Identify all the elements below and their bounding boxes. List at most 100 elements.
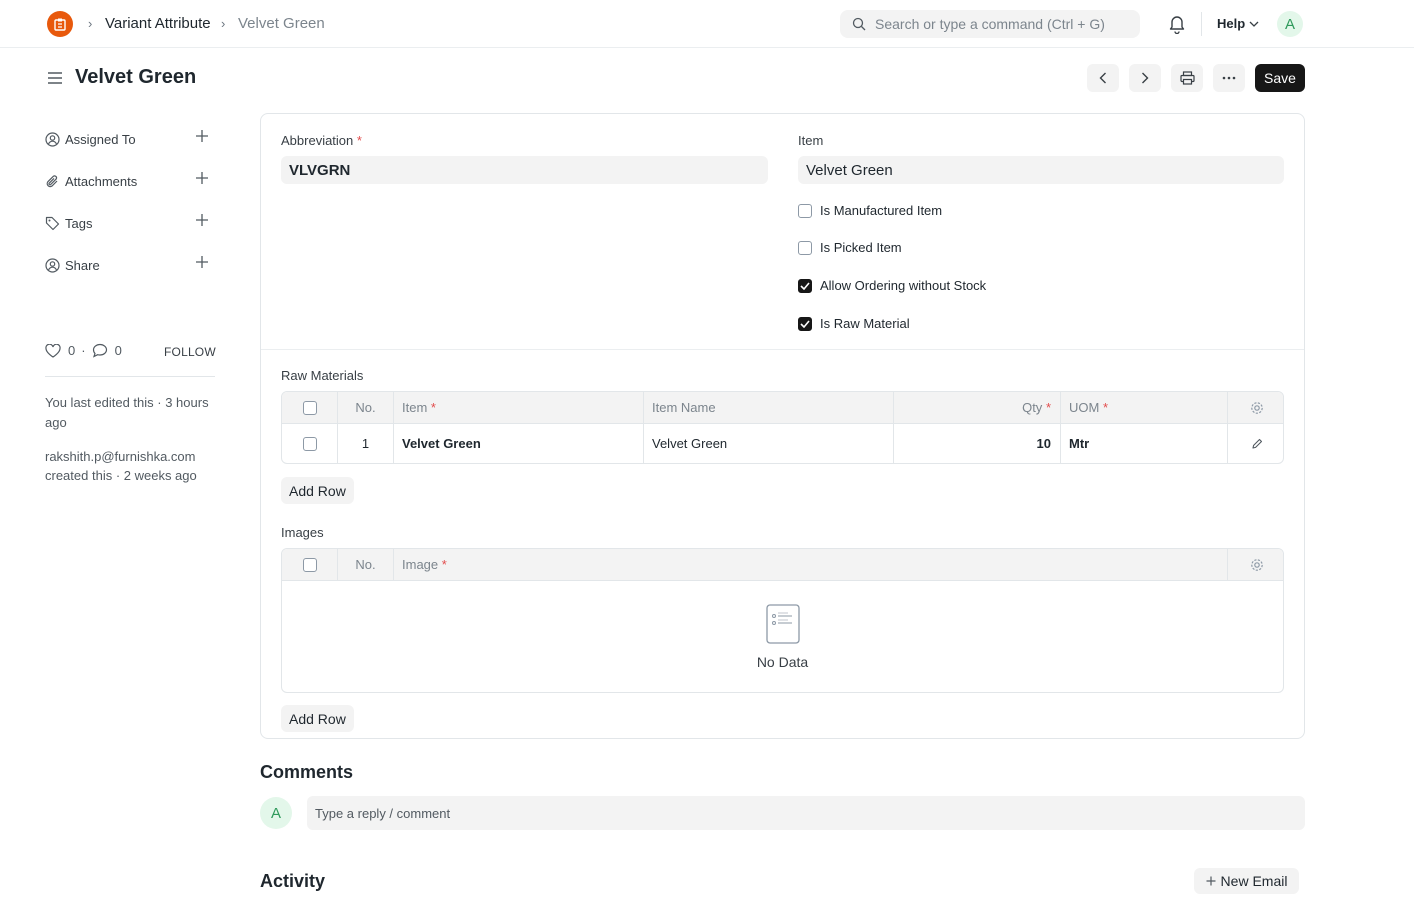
- empty-state: No Data: [282, 581, 1283, 692]
- sidebar-item-assigned-to[interactable]: Assigned To: [45, 129, 215, 149]
- is-manufactured-item-checkbox[interactable]: Is Manufactured Item: [798, 203, 942, 218]
- save-button[interactable]: Save: [1255, 64, 1305, 92]
- comment-icon[interactable]: [92, 343, 108, 358]
- created-text: created this · 2 weeks ago: [45, 468, 197, 483]
- more-actions-button[interactable]: [1213, 64, 1245, 92]
- help-label: Help: [1217, 16, 1246, 31]
- paperclip-icon: [46, 174, 58, 187]
- row-select-cell: [282, 424, 338, 463]
- plus-icon[interactable]: [195, 255, 209, 269]
- app-logo[interactable]: [47, 11, 73, 37]
- dot-separator: ·: [81, 343, 86, 358]
- abbreviation-label: Abbreviation *: [281, 133, 362, 148]
- gear-icon[interactable]: [1250, 401, 1264, 415]
- new-email-button[interactable]: New Email: [1194, 868, 1299, 894]
- images-table: No. Image * No Data: [281, 548, 1284, 693]
- item-input[interactable]: Velvet Green: [798, 156, 1284, 184]
- abbreviation-input[interactable]: VLVGRN: [281, 156, 768, 184]
- breadcrumb-current[interactable]: Velvet Green: [238, 15, 325, 32]
- search-input[interactable]: Search or type a command (Ctrl + G): [840, 10, 1140, 38]
- is-raw-material-checkbox[interactable]: Is Raw Material: [798, 316, 910, 331]
- row-checkbox[interactable]: [302, 436, 317, 451]
- notifications-bell-icon[interactable]: [1168, 14, 1186, 37]
- checkbox-label: Is Manufactured Item: [820, 203, 943, 218]
- column-no: No.: [338, 392, 394, 423]
- app-logo-icon: [54, 18, 66, 31]
- images-add-row-button[interactable]: Add Row: [281, 705, 354, 732]
- plus-icon[interactable]: [195, 213, 209, 227]
- previous-doc-button[interactable]: [1087, 64, 1119, 92]
- sidebar-item-label: Assigned To: [65, 131, 136, 147]
- sidebar-item-attachments[interactable]: Attachments: [45, 171, 215, 191]
- comments-title: Comments: [260, 762, 354, 782]
- sidebar-toggle-icon[interactable]: [47, 70, 63, 89]
- images-label: Images: [281, 525, 324, 540]
- row-uom[interactable]: Mtr: [1061, 424, 1228, 463]
- activity-title: Activity: [260, 871, 326, 891]
- plus-icon[interactable]: [195, 171, 209, 185]
- sidebar-item-label: Share: [65, 257, 100, 273]
- row-qty[interactable]: 10: [894, 424, 1061, 463]
- search-placeholder: Search or type a command (Ctrl + G): [875, 16, 1105, 32]
- table-header: No. Item * Item Name Qty * UOM *: [282, 392, 1283, 424]
- no-data-container: No Data: [282, 581, 1283, 692]
- select-all-cell: [282, 549, 338, 580]
- print-button[interactable]: [1171, 64, 1203, 92]
- follow-button[interactable]: FOLLOW: [164, 345, 216, 359]
- select-all-cell: [282, 392, 338, 423]
- comment-placeholder: Type a reply / comment: [315, 805, 451, 821]
- checkbox-label: Is Raw Material: [820, 316, 910, 331]
- comment-input[interactable]: Type a reply / comment: [307, 796, 1305, 830]
- likes-comments-summary: 0 · 0: [45, 343, 122, 358]
- plus-icon: [1206, 876, 1216, 886]
- sidebar-item-label: Tags: [65, 215, 93, 231]
- raw-materials-add-row-button[interactable]: Add Row: [281, 477, 354, 504]
- chevron-right-icon: [1142, 72, 1149, 84]
- checkbox-label: Allow Ordering without Stock: [820, 278, 987, 293]
- checkbox[interactable]: [798, 203, 812, 218]
- plus-icon[interactable]: [195, 129, 209, 143]
- checkbox-checked[interactable]: [798, 316, 812, 331]
- help-dropdown[interactable]: Help: [1217, 16, 1259, 31]
- edit-pencil-icon[interactable]: [1251, 438, 1263, 450]
- gear-icon[interactable]: [1250, 558, 1264, 572]
- is-picked-item-checkbox[interactable]: Is Picked Item: [798, 240, 902, 255]
- next-doc-button[interactable]: [1129, 64, 1161, 92]
- creator-email[interactable]: rakshith.p@furnishka.com: [45, 447, 220, 467]
- column-item: Item *: [394, 392, 644, 423]
- row-item-name[interactable]: Velvet Green: [644, 424, 894, 463]
- select-all-checkbox[interactable]: [302, 400, 317, 415]
- sidebar-item-share[interactable]: Share: [45, 255, 215, 275]
- page-title: Velvet Green: [75, 66, 197, 88]
- table-header: No. Image *: [282, 549, 1283, 581]
- checkbox[interactable]: [798, 240, 812, 255]
- column-settings[interactable]: [1228, 392, 1283, 423]
- last-edited-text: You last edited this · 3 hours ago: [45, 395, 209, 430]
- comments-count: 0: [114, 343, 122, 358]
- chevron-left-icon: [1099, 72, 1106, 84]
- no-data-text: No Data: [756, 653, 809, 670]
- row-item[interactable]: Velvet Green: [394, 424, 644, 463]
- allow-ordering-without-stock-checkbox[interactable]: Allow Ordering without Stock: [798, 278, 986, 293]
- column-settings[interactable]: [1228, 549, 1283, 580]
- column-no: No.: [338, 549, 394, 580]
- heart-icon[interactable]: [45, 343, 61, 358]
- new-email-label: New Email: [1220, 873, 1288, 889]
- check-icon: [800, 281, 810, 290]
- section-divider: [261, 349, 1304, 350]
- column-image: Image *: [394, 549, 1228, 580]
- sidebar-item-tags[interactable]: Tags: [45, 213, 215, 233]
- sidebar-item-label: Attachments: [65, 173, 138, 189]
- chevron-down-icon: [1249, 21, 1259, 27]
- row-no: 1: [338, 424, 394, 463]
- search-icon: [852, 17, 866, 31]
- share-icon: [45, 257, 60, 273]
- navbar: › Variant Attribute › Velvet Green Searc…: [0, 0, 1414, 48]
- navbar-divider: [1201, 12, 1202, 36]
- breadcrumb-doctype[interactable]: Variant Attribute: [105, 15, 211, 32]
- comment-avatar: A: [260, 797, 292, 829]
- select-all-checkbox[interactable]: [302, 557, 317, 572]
- user-avatar[interactable]: A: [1277, 11, 1303, 37]
- checkbox-checked[interactable]: [798, 278, 812, 293]
- table-row[interactable]: 1 Velvet Green Velvet Green 10 Mtr: [282, 424, 1283, 463]
